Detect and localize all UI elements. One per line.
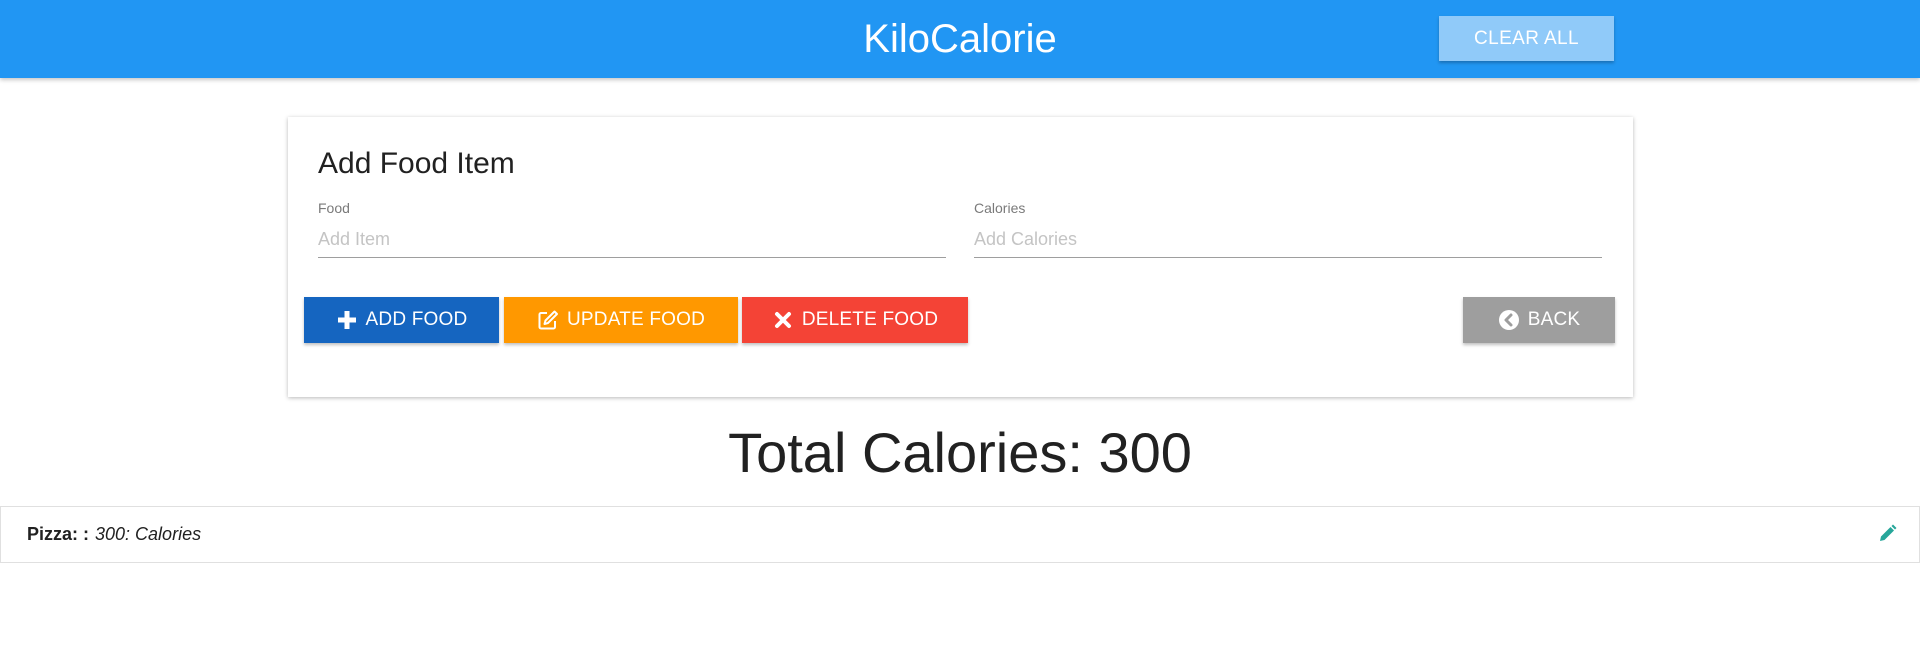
delete-food-button[interactable]: DELETE FOOD [742, 297, 968, 343]
brand-title[interactable]: KiloCalorie [0, 0, 1920, 78]
back-label: BACK [1527, 309, 1581, 330]
navbar: KiloCalorie CLEAR ALL [0, 0, 1920, 78]
calories-input[interactable] [974, 222, 1602, 258]
update-food-button[interactable]: UPDATE FOOD [504, 297, 738, 343]
item-name-text: Pizza: : [27, 524, 90, 544]
food-list: Pizza: :300: Calories [0, 506, 1920, 563]
card-title: Add Food Item [318, 147, 515, 180]
edit-square-icon [537, 309, 559, 331]
total-calories: Total Calories: 300 [728, 421, 1192, 484]
add-food-label: ADD FOOD [365, 309, 468, 330]
back-button[interactable]: BACK [1463, 297, 1615, 343]
calories-label: Calories [974, 200, 1026, 216]
add-food-card: Add Food Item Food Calories ADD FOOD UPD… [288, 117, 1633, 397]
food-field: Food [318, 200, 946, 262]
calories-field: Calories [974, 200, 1602, 262]
food-input[interactable] [318, 222, 946, 258]
item-calories: 300: Calories [95, 524, 202, 544]
add-food-button[interactable]: ADD FOOD [304, 297, 499, 343]
list-item: Pizza: :300: Calories [1, 507, 1919, 562]
clear-all-button[interactable]: CLEAR ALL [1439, 16, 1614, 61]
delete-food-label: DELETE FOOD [801, 309, 939, 330]
plus-icon [336, 309, 358, 331]
chevron-circle-left-icon [1498, 309, 1520, 331]
item-name: Pizza: :300: Calories [27, 524, 201, 545]
x-icon [772, 309, 794, 331]
food-label: Food [318, 200, 350, 216]
update-food-label: UPDATE FOOD [566, 309, 706, 330]
pencil-icon[interactable] [1877, 524, 1897, 544]
